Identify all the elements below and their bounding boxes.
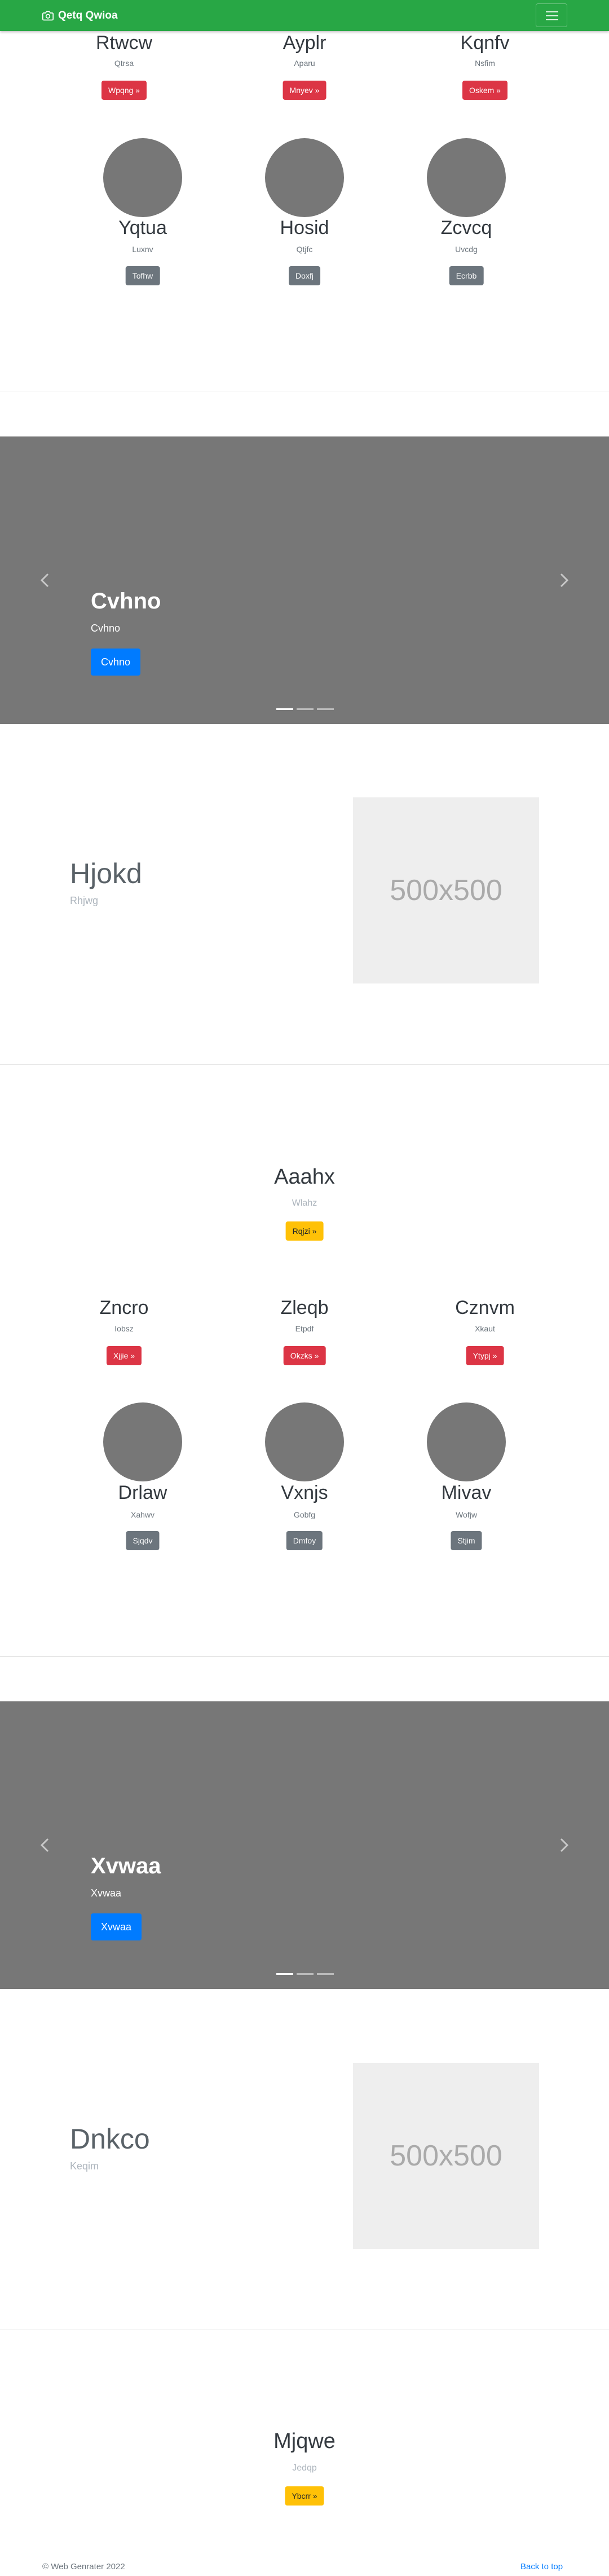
card-action-button[interactable]: Dmfoy <box>286 1531 323 1550</box>
section-title: Aaahx <box>274 1165 335 1189</box>
card-action-button[interactable]: Xjjie » <box>106 1346 142 1365</box>
carousel-indicator[interactable] <box>276 708 293 710</box>
card-name: Zncro <box>99 1297 149 1318</box>
card-sub: Luxnv <box>132 245 153 254</box>
card-sub: Qtrsa <box>114 59 134 68</box>
avatar <box>265 138 344 217</box>
card-sub: Xahwv <box>130 1510 155 1519</box>
card-name: Zcvcq <box>440 217 492 239</box>
card-name: Hosid <box>280 217 329 239</box>
hero-carousel: Cvhno Cvhno Cvhno <box>0 436 609 724</box>
card-name: Zleqb <box>280 1297 329 1318</box>
card-name: Kqnfv <box>460 32 510 54</box>
section-divider <box>0 1656 609 1657</box>
section-action-button[interactable]: Ybcrr » <box>285 2486 324 2506</box>
card-sub: Uvcdg <box>455 245 478 254</box>
hero-carousel: Xvwaa Xvwaa Xvwaa <box>0 1701 609 1989</box>
card-action-button[interactable]: Stjim <box>451 1531 482 1550</box>
card-sub: Gobfg <box>293 1510 316 1519</box>
avatar <box>265 1402 344 1481</box>
card-action-button[interactable]: Mnyev » <box>283 81 326 100</box>
brand-link[interactable]: Qetq Qwioa <box>42 9 118 23</box>
feature-image-placeholder: 500x500 <box>353 797 539 983</box>
placeholder-label: 500x500 <box>390 874 502 907</box>
card-sub: Iobsz <box>114 1324 134 1333</box>
card-name: Yqtua <box>118 217 167 239</box>
card-sub: Aparu <box>294 59 315 68</box>
carousel-prev-icon[interactable] <box>37 1836 54 1855</box>
carousel-next-icon[interactable] <box>555 571 572 590</box>
carousel-indicator[interactable] <box>317 1973 334 1975</box>
carousel-cta-button[interactable]: Xvwaa <box>91 1913 142 1940</box>
placeholder-label: 500x500 <box>390 2140 502 2172</box>
navbar: Qetq Qwioa <box>0 0 609 31</box>
card-name: Drlaw <box>118 1482 167 1503</box>
carousel-cta-button[interactable]: Cvhno <box>91 649 141 676</box>
carousel-indicator[interactable] <box>317 708 334 710</box>
card-name: Cznvm <box>455 1297 515 1318</box>
section-subtitle: Wlahz <box>292 1198 317 1208</box>
card-sub: Wofjw <box>456 1510 477 1519</box>
carousel-indicator[interactable] <box>276 1973 293 1975</box>
avatar <box>103 138 182 217</box>
card-action-button[interactable]: Okzks » <box>283 1346 326 1365</box>
card-name: Rtwcw <box>95 32 153 54</box>
section-subtitle: Jedqp <box>292 2463 317 2473</box>
carousel-next-icon[interactable] <box>555 1836 572 1855</box>
feature-image-placeholder: 500x500 <box>353 2063 539 2249</box>
feature-title: Dnkco <box>70 2123 150 2155</box>
back-to-top-link[interactable]: Back to top <box>520 2562 563 2571</box>
feature-subtitle: Keqim <box>70 2160 99 2172</box>
feature-title: Hjokd <box>70 858 142 889</box>
card-action-button[interactable]: Doxfj <box>289 266 320 285</box>
card-name: Ayplr <box>283 32 326 54</box>
carousel-subtitle: Xvwaa <box>91 1887 122 1899</box>
avatar <box>103 1402 182 1481</box>
card-sub: Nsfim <box>475 59 495 68</box>
carousel-title: Xvwaa <box>91 1854 161 1878</box>
card-action-button[interactable]: Sjqdv <box>126 1531 160 1550</box>
card-name: Mivav <box>441 1482 492 1503</box>
card-sub: Qtjfc <box>296 245 313 254</box>
camera-icon <box>42 11 54 21</box>
carousel-subtitle: Cvhno <box>91 623 121 634</box>
card-action-button[interactable]: Ecrbb <box>449 266 484 285</box>
card-action-button[interactable]: Oskem » <box>462 81 508 100</box>
card-name: Vxnjs <box>281 1482 328 1503</box>
section-title: Mjqwe <box>273 2429 336 2453</box>
carousel-prev-icon[interactable] <box>37 571 54 590</box>
card-action-button[interactable]: Ytypj » <box>466 1346 504 1365</box>
card-action-button[interactable]: Wpqng » <box>101 81 147 100</box>
carousel-title: Cvhno <box>91 589 161 614</box>
feature-subtitle: Rhjwg <box>70 895 99 906</box>
card-sub: Etpdf <box>295 1324 314 1333</box>
section-divider <box>0 1064 609 1065</box>
avatar <box>427 1402 506 1481</box>
menu-toggle-button[interactable] <box>536 3 567 27</box>
avatar <box>427 138 506 217</box>
card-action-button[interactable]: Tofhw <box>125 266 160 285</box>
carousel-indicator[interactable] <box>297 708 314 710</box>
section-action-button[interactable]: Rqjzi » <box>285 1221 324 1241</box>
footer-copyright: © Web Genrater 2022 <box>42 2562 125 2571</box>
card-sub: Xkaut <box>475 1324 495 1333</box>
carousel-indicator[interactable] <box>297 1973 314 1975</box>
brand-label: Qetq Qwioa <box>58 10 118 21</box>
